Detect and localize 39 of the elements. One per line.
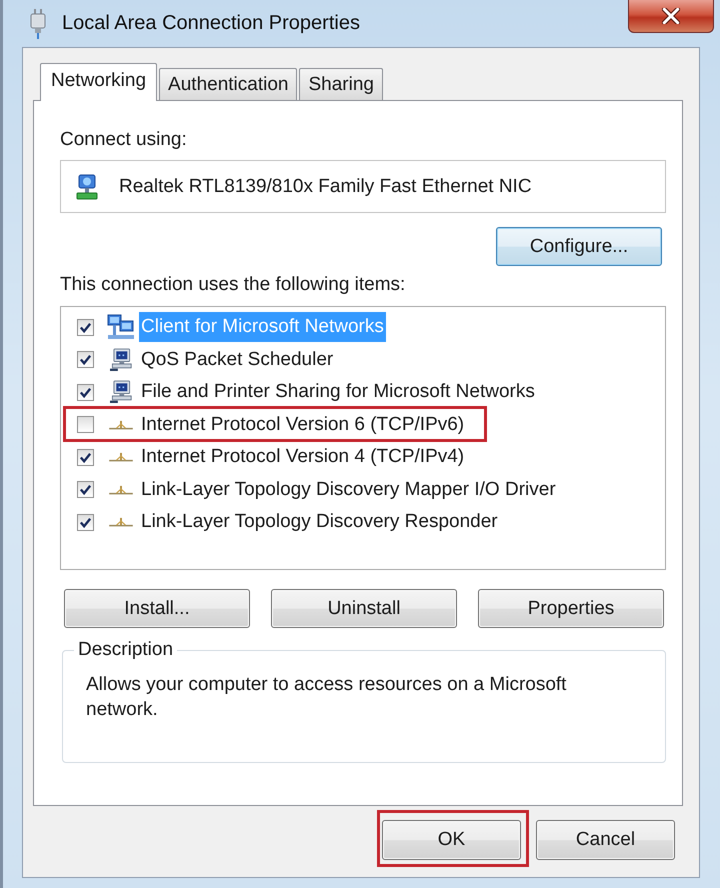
network-line-icon bbox=[109, 517, 133, 528]
tab[interactable]: Networking bbox=[40, 63, 158, 101]
close-icon bbox=[662, 8, 680, 24]
list-item[interactable]: Link-Layer Topology Discovery Mapper I/O Driver bbox=[139, 474, 558, 505]
checkbox[interactable] bbox=[77, 514, 94, 531]
plug-icon bbox=[30, 8, 46, 38]
group-label: Description bbox=[77, 639, 174, 661]
checkbox[interactable] bbox=[77, 384, 94, 401]
close-button[interactable] bbox=[628, 0, 714, 33]
description-text: Allows your computer to access resources on a Microsoft network. bbox=[86, 673, 568, 722]
computer-icon bbox=[110, 348, 132, 372]
list-item[interactable]: File and Printer Sharing for Microsoft Networks bbox=[139, 377, 537, 408]
section-label: Connect using: bbox=[60, 129, 188, 151]
checkbox[interactable] bbox=[77, 416, 94, 434]
checkbox[interactable] bbox=[77, 481, 94, 498]
checkbox[interactable] bbox=[77, 448, 94, 466]
section-label: This connection uses the following items: bbox=[60, 274, 406, 296]
item-action-button[interactable]: Install... bbox=[64, 589, 250, 628]
window-title: Local Area Connection Properties bbox=[62, 12, 360, 35]
list-item[interactable]: QoS Packet Scheduler bbox=[139, 344, 336, 375]
list-item[interactable]: Link-Layer Topology Discovery Responder bbox=[139, 507, 500, 538]
configure-button[interactable]: Configure... bbox=[496, 227, 662, 266]
checkbox[interactable] bbox=[77, 351, 94, 368]
network-line-icon bbox=[109, 484, 133, 495]
list-item[interactable]: Internet Protocol Version 4 (TCP/IPv4) bbox=[139, 442, 466, 472]
adapter-name: Realtek RTL8139/810x Family Fast Ethernet NIC bbox=[119, 176, 532, 198]
list-item[interactable]: Internet Protocol Version 6 (TCP/IPv6) bbox=[139, 410, 466, 440]
dialog-button[interactable]: OK bbox=[382, 820, 521, 860]
tab[interactable]: Sharing bbox=[299, 68, 383, 100]
dialog-button[interactable]: Cancel bbox=[536, 820, 675, 860]
network-computer-icon bbox=[75, 172, 99, 200]
networked-computers-icon bbox=[107, 314, 135, 340]
checkbox[interactable] bbox=[77, 318, 94, 336]
tab[interactable]: Authentication bbox=[159, 68, 298, 100]
computer-icon bbox=[110, 380, 132, 404]
item-action-button[interactable]: Properties bbox=[478, 589, 664, 628]
network-line-icon bbox=[109, 452, 133, 462]
network-line-icon bbox=[109, 420, 133, 430]
item-action-button[interactable]: Uninstall bbox=[271, 589, 457, 628]
